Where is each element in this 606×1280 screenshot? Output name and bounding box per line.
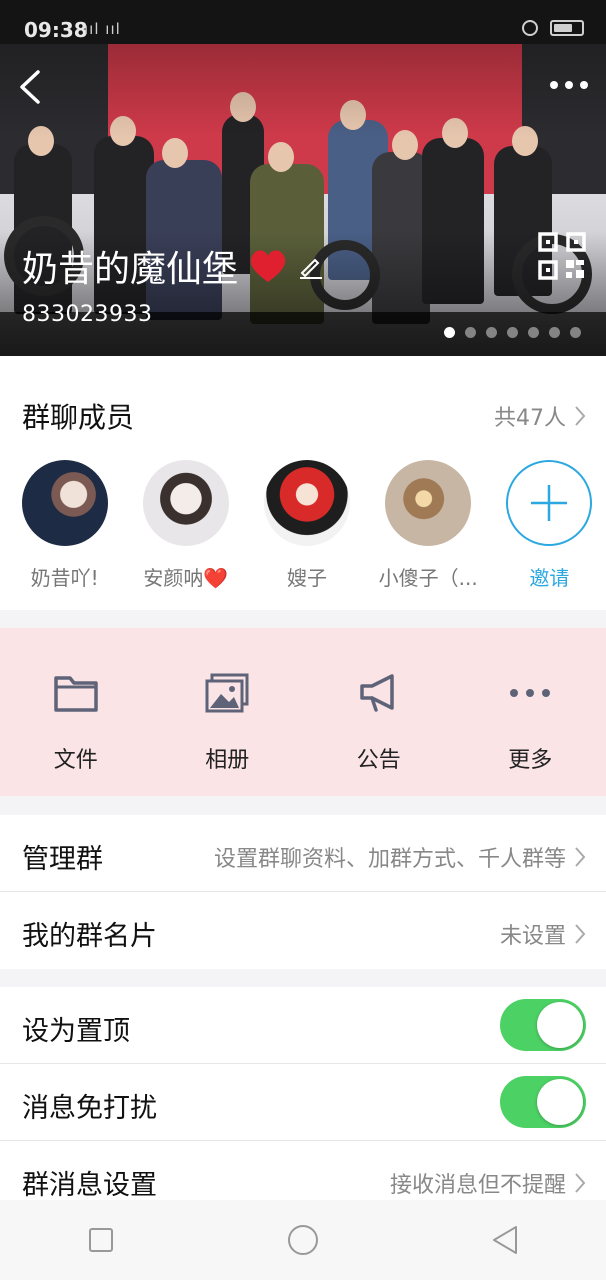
more-dot bbox=[565, 81, 573, 89]
avatar bbox=[264, 460, 350, 546]
invite-button[interactable] bbox=[506, 460, 593, 546]
row-value: 未设置 bbox=[500, 918, 586, 950]
tool-label: 更多 bbox=[508, 748, 553, 773]
row-label: 设为置顶 bbox=[22, 1016, 130, 1047]
carousel-dot[interactable] bbox=[549, 327, 560, 338]
invite-label: 邀请 bbox=[529, 566, 570, 590]
row-label: 群消息设置 bbox=[22, 1170, 157, 1201]
row-value: 设置群聊资料、加群方式、千人群等 bbox=[214, 841, 586, 873]
do-not-disturb-row: 消息免打扰 bbox=[0, 1064, 606, 1141]
heart-icon bbox=[250, 250, 286, 282]
group-card-value: 未设置 bbox=[499, 924, 566, 949]
status-bar: 09:38 ııl ııl bbox=[0, 0, 606, 44]
member-count: 共47人 bbox=[494, 406, 566, 431]
battery-icon bbox=[550, 20, 584, 36]
avatar bbox=[385, 460, 472, 546]
group-manage-list: 管理群 设置群聊资料、加群方式、千人群等 我的群名片 未设置 bbox=[0, 815, 606, 969]
chevron-right-icon bbox=[575, 1173, 586, 1193]
tool-announcement[interactable]: 公告 bbox=[303, 628, 455, 796]
member-list: 奶昔吖! 安颜呐❤️ 嫂子 小傻子（... 邀请 bbox=[0, 460, 606, 591]
carousel-dot[interactable] bbox=[507, 327, 518, 338]
manage-group-row[interactable]: 管理群 设置群聊资料、加群方式、千人群等 bbox=[0, 815, 606, 892]
carousel-dot[interactable] bbox=[486, 327, 497, 338]
row-label: 管理群 bbox=[22, 844, 103, 875]
member-name: 嫂子 bbox=[287, 566, 327, 590]
qr-code-button[interactable] bbox=[538, 232, 586, 280]
carousel-dot[interactable] bbox=[528, 327, 539, 338]
tool-label: 公告 bbox=[356, 748, 401, 773]
row-label: 我的群名片 bbox=[22, 921, 157, 952]
triangle-back-icon bbox=[493, 1226, 517, 1254]
row-label: 消息免打扰 bbox=[22, 1093, 157, 1124]
alarm-icon bbox=[522, 20, 538, 36]
circle-icon bbox=[288, 1225, 318, 1255]
group-card-row[interactable]: 我的群名片 未设置 bbox=[0, 892, 606, 969]
tool-label: 相册 bbox=[205, 748, 250, 773]
carousel-indicator[interactable] bbox=[444, 327, 581, 338]
megaphone-icon bbox=[360, 674, 394, 712]
avatar bbox=[142, 460, 229, 546]
member-item[interactable]: 小傻子（... bbox=[372, 460, 485, 591]
member-item[interactable]: 嫂子 bbox=[250, 460, 363, 591]
members-title: 群聊成员 bbox=[22, 401, 135, 434]
status-time: 09:38 bbox=[24, 18, 88, 42]
member-item[interactable]: 安颜呐❤️ bbox=[129, 460, 242, 591]
nav-back-button[interactable] bbox=[485, 1220, 525, 1260]
member-name: 奶昔吖! bbox=[30, 566, 99, 590]
member-name: 小傻子（... bbox=[378, 566, 478, 590]
member-name: 安颜呐❤️ bbox=[143, 566, 229, 590]
carousel-dot[interactable] bbox=[570, 327, 581, 338]
system-navigation-bar bbox=[0, 1200, 606, 1280]
carousel-dot[interactable] bbox=[444, 327, 455, 338]
signal-icon: ııl ııl bbox=[84, 20, 121, 38]
more-dot bbox=[580, 81, 588, 89]
chat-settings-list: 设为置顶 消息免打扰 群消息设置 接收消息但不提醒 bbox=[0, 987, 606, 1218]
chevron-right-icon bbox=[575, 924, 586, 944]
chevron-right-icon bbox=[575, 847, 586, 867]
invite-member[interactable]: 邀请 bbox=[493, 460, 606, 591]
group-info-screen: 09:38 ııl ııl 奶昔的魔仙堡 833023933 群聊成员 共47人… bbox=[0, 0, 606, 1280]
edit-name-icon[interactable] bbox=[298, 253, 324, 279]
pin-chat-toggle[interactable] bbox=[500, 999, 586, 1051]
message-setting-value: 接收消息但不提醒 bbox=[389, 1173, 566, 1198]
chevron-right-icon bbox=[575, 406, 586, 426]
tool-label: 文件 bbox=[53, 748, 98, 773]
tool-files[interactable]: 文件 bbox=[0, 628, 152, 796]
photo-album-icon bbox=[205, 673, 249, 713]
recents-button[interactable] bbox=[81, 1220, 121, 1260]
group-name: 奶昔的魔仙堡 bbox=[22, 249, 239, 290]
more-dots-icon bbox=[510, 689, 551, 697]
tool-album[interactable]: 相册 bbox=[152, 628, 304, 796]
square-icon bbox=[89, 1228, 113, 1252]
group-tools: 文件 相册 公告 更多 bbox=[0, 628, 606, 796]
group-title[interactable]: 奶昔的魔仙堡 bbox=[22, 240, 324, 292]
member-item[interactable]: 奶昔吖! bbox=[8, 460, 121, 591]
do-not-disturb-toggle[interactable] bbox=[500, 1076, 586, 1128]
group-number: 833023933 bbox=[22, 302, 153, 327]
manage-group-hint: 设置群聊资料、加群方式、千人群等 bbox=[213, 847, 566, 872]
member-count-link[interactable]: 共47人 bbox=[494, 400, 586, 432]
more-options-button[interactable] bbox=[546, 70, 592, 100]
back-button[interactable] bbox=[12, 64, 52, 110]
plus-icon bbox=[531, 485, 568, 521]
members-section: 群聊成员 共47人 奶昔吖! 安颜呐❤️ 嫂子 小傻子（... 邀请 bbox=[0, 356, 606, 610]
more-dot bbox=[550, 81, 558, 89]
carousel-dot[interactable] bbox=[465, 327, 476, 338]
avatar bbox=[21, 460, 108, 546]
status-icons bbox=[522, 20, 584, 36]
row-value: 接收消息但不提醒 bbox=[390, 1167, 586, 1199]
folder-icon bbox=[54, 676, 98, 712]
qr-code-icon bbox=[538, 232, 586, 280]
chevron-left-icon bbox=[20, 70, 40, 104]
home-button[interactable] bbox=[283, 1220, 323, 1260]
tool-more[interactable]: 更多 bbox=[455, 628, 606, 796]
pin-chat-row: 设为置顶 bbox=[0, 987, 606, 1064]
